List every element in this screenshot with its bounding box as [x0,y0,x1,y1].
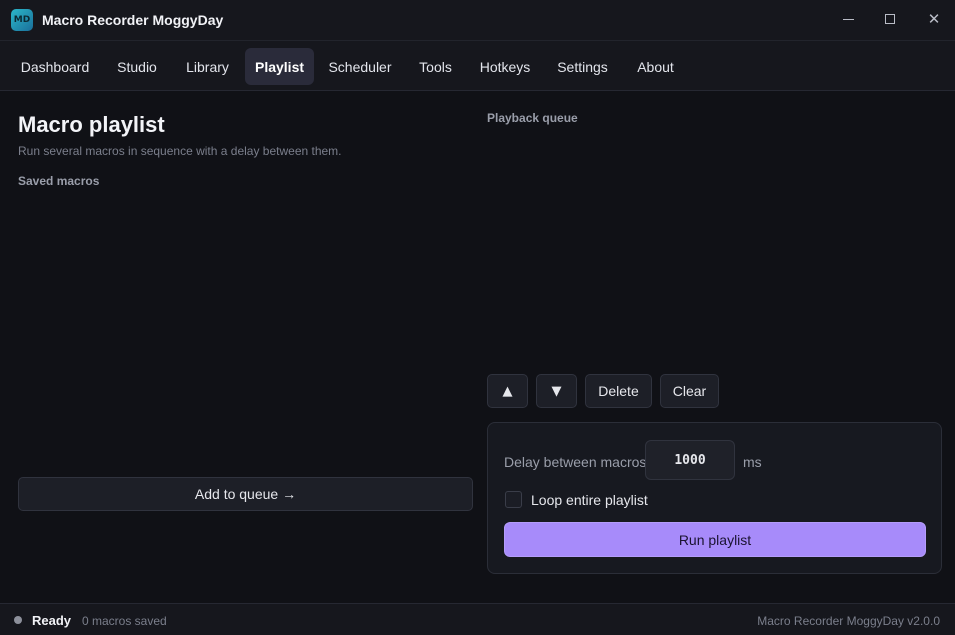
app-logo-icon: MD [11,9,33,31]
minimize-icon[interactable] [836,8,860,30]
playlist-options-panel: Delay between macros ms Loop entire play… [487,422,942,574]
tab-studio[interactable]: Studio [108,48,166,85]
move-up-button[interactable]: ▲ [487,374,528,408]
tab-about[interactable]: About [627,48,684,85]
tab-library[interactable]: Library [177,48,238,85]
tab-dashboard[interactable]: Dashboard [12,48,98,85]
loop-label[interactable]: Loop entire playlist [531,492,648,508]
add-to-queue-button[interactable]: Add to queue → [18,477,473,511]
tab-hotkeys[interactable]: Hotkeys [472,48,538,85]
maximize-icon[interactable] [878,8,902,30]
status-bar: Ready 0 macros saved Macro Recorder Mogg… [0,603,955,635]
status-indicator-icon [14,616,22,624]
tab-settings[interactable]: Settings [549,48,616,85]
move-down-button[interactable]: ▼ [536,374,577,408]
clear-button[interactable]: Clear [660,374,719,408]
loop-checkbox[interactable] [505,491,522,508]
page-title: Macro playlist [18,112,165,137]
main-nav: Dashboard Studio Library Playlist Schedu… [0,40,955,91]
close-icon[interactable]: ✕ [922,8,946,30]
saved-macros-list[interactable] [18,195,473,465]
delay-input[interactable] [645,440,735,480]
saved-macros-label: Saved macros [18,174,100,188]
delay-unit-label: ms [743,454,762,470]
page-subtitle: Run several macros in sequence with a de… [18,144,342,158]
app-version: Macro Recorder MoggyDay v2.0.0 [757,614,940,628]
tab-tools[interactable]: Tools [410,48,461,85]
app-title: Macro Recorder MoggyDay [42,12,224,28]
title-bar: MD Macro Recorder MoggyDay ✕ [0,0,955,40]
playback-queue-label: Playback queue [487,111,578,125]
playback-queue-list[interactable] [487,132,942,362]
macro-count: 0 macros saved [82,614,167,628]
run-playlist-button[interactable]: Run playlist [504,522,926,557]
delay-label: Delay between macros [504,454,647,470]
tab-playlist[interactable]: Playlist [245,48,314,85]
tab-scheduler[interactable]: Scheduler [322,48,398,85]
status-text: Ready [32,613,72,628]
delete-button[interactable]: Delete [585,374,652,408]
